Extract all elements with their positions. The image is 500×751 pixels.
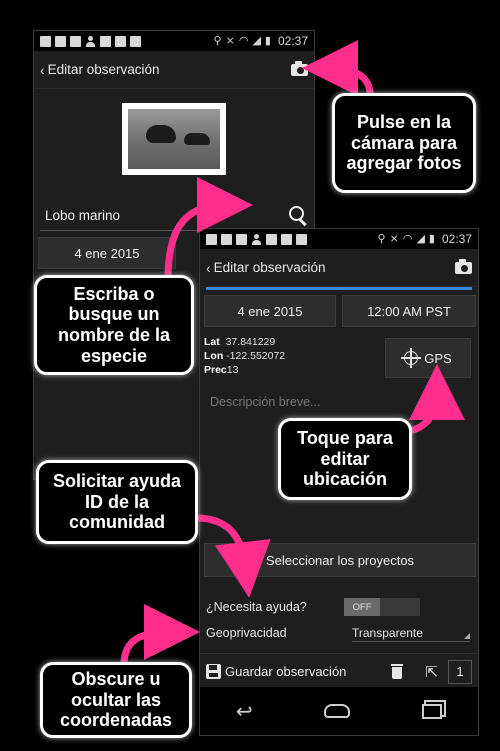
callout-species: Escriba o busque un nombre de la especie xyxy=(34,275,194,375)
callout-geoprivacy: Obscure u ocultar las coordenadas xyxy=(40,662,192,738)
arrow-to-species xyxy=(164,177,253,284)
callout-camera: Pulse en la cámara para agregar fotos xyxy=(332,93,476,193)
arrow-to-geoprivacy xyxy=(120,604,200,669)
callout-location: Toque para editar ubicación xyxy=(278,418,412,500)
callout-help: Solicitar ayuda ID de la comunidad xyxy=(36,460,198,544)
arrow-to-help xyxy=(196,514,271,598)
